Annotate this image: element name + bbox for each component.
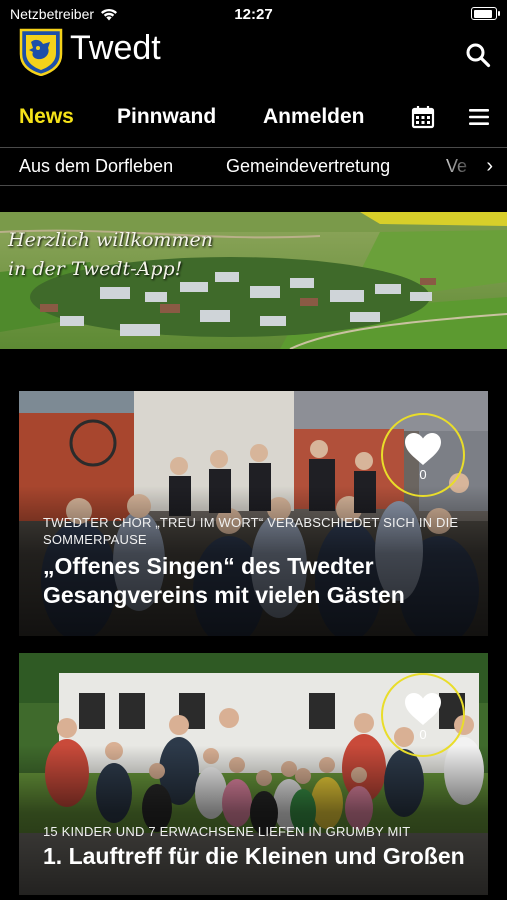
heart-icon bbox=[405, 693, 441, 725]
main-nav: News Pinnwand Anmelden bbox=[0, 92, 507, 144]
article-kicker: Twedter Chor „Treu im Wort“ verabschiede… bbox=[43, 515, 459, 547]
battery-icon bbox=[471, 7, 500, 20]
calendar-icon[interactable] bbox=[410, 104, 436, 130]
article-kicker: 15 Kinder und 7 Erwachsene liefen in Gru… bbox=[43, 824, 411, 839]
nav-divider bbox=[0, 147, 507, 148]
nav-item-news[interactable]: News bbox=[19, 105, 74, 129]
article-card[interactable]: 15 Kinder und 7 Erwachsene liefen in Gru… bbox=[19, 653, 488, 895]
article-title: 1. Lauftreff für die Kleinen und Großen bbox=[43, 843, 465, 869]
nav-item-anmelden[interactable]: Anmelden bbox=[263, 105, 365, 129]
favorite-button[interactable]: 0 bbox=[381, 413, 465, 497]
search-icon[interactable] bbox=[465, 42, 491, 68]
nav-item-pinnwand[interactable]: Pinnwand bbox=[117, 105, 216, 129]
category-strip: Aus dem Dorfleben Gemeindevertretung Ve … bbox=[0, 149, 507, 183]
favorite-button[interactable]: 0 bbox=[381, 673, 465, 757]
like-count: 0 bbox=[419, 727, 427, 742]
clock: 12:27 bbox=[234, 6, 273, 23]
welcome-line-2: in der Twedt-App! bbox=[8, 258, 183, 280]
category-aus-dem-dorfleben[interactable]: Aus dem Dorfleben bbox=[19, 156, 173, 177]
status-bar: Netzbetreiber 12:27 bbox=[0, 0, 507, 28]
scroll-fade bbox=[437, 149, 507, 183]
chevron-right-icon[interactable]: › bbox=[486, 155, 493, 178]
app-header: Twedt bbox=[0, 26, 507, 82]
card-shade bbox=[19, 745, 488, 895]
category-divider bbox=[0, 185, 507, 186]
hamburger-menu-icon[interactable] bbox=[466, 104, 492, 130]
welcome-line-1: Herzlich willkommen bbox=[8, 229, 213, 251]
coat-of-arms-icon bbox=[19, 28, 63, 76]
like-count: 0 bbox=[419, 467, 427, 482]
heart-icon bbox=[405, 433, 441, 465]
welcome-banner: Herzlich willkommen in der Twedt-App! bbox=[0, 212, 507, 349]
welcome-text: Herzlich willkommen in der Twedt-App! bbox=[8, 226, 213, 284]
article-card[interactable]: Twedter Chor „Treu im Wort“ verabschiede… bbox=[19, 391, 488, 636]
category-gemeindevertretung[interactable]: Gemeindevertretung bbox=[226, 156, 390, 177]
article-title: „Offenes Singen“ des Twedter Gesangverei… bbox=[43, 553, 405, 608]
app-title: Twedt bbox=[70, 29, 161, 67]
